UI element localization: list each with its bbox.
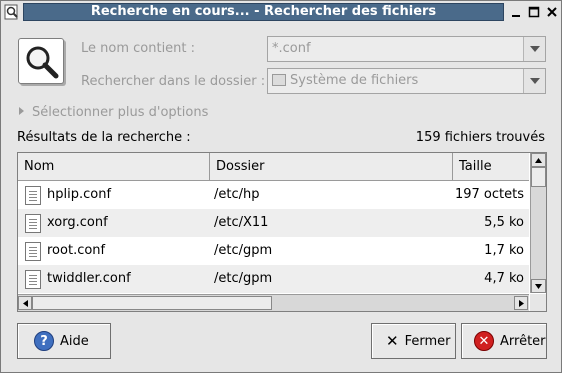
row-size: 4,7 ko bbox=[484, 271, 524, 286]
name-contains-combo[interactable]: *.conf bbox=[267, 36, 546, 62]
horizontal-scroll-thumb[interactable] bbox=[32, 296, 272, 310]
stop-button[interactable]: ✕ Arrêter bbox=[461, 323, 547, 359]
more-options-expander[interactable]: Sélectionner plus d'options bbox=[19, 105, 208, 120]
row-name: twiddler.conf bbox=[47, 271, 131, 286]
search-app-icon[interactable] bbox=[4, 4, 20, 20]
stop-icon: ✕ bbox=[474, 331, 494, 351]
close-x-icon: ✕ bbox=[386, 332, 399, 350]
results-label: Résultats de la recherche : bbox=[17, 130, 191, 145]
row-name: hplip.conf bbox=[47, 187, 112, 202]
row-folder: /etc/gpm bbox=[214, 243, 273, 258]
table-row[interactable]: hplip.conf /etc/hp 197 octets bbox=[18, 181, 529, 209]
title-bar[interactable]: Recherche en cours... - Rechercher des f… bbox=[1, 1, 561, 23]
more-options-label: Sélectionner plus d'options bbox=[32, 105, 209, 120]
filesystem-icon bbox=[272, 74, 286, 86]
row-folder: /etc/X11 bbox=[214, 215, 269, 230]
search-folder-combo[interactable]: Système de fichiers bbox=[267, 68, 546, 94]
text-file-icon bbox=[25, 270, 41, 289]
row-name: root.conf bbox=[47, 243, 106, 258]
maximize-button[interactable] bbox=[526, 4, 542, 20]
chevron-down-icon bbox=[529, 46, 540, 52]
text-file-icon bbox=[25, 214, 41, 233]
scroll-down-button[interactable] bbox=[531, 279, 546, 293]
vertical-scrollbar[interactable] bbox=[530, 153, 546, 293]
arrow-left-icon bbox=[22, 299, 28, 307]
scrollbar-corner bbox=[530, 294, 546, 311]
results-count: 159 fichiers trouvés bbox=[415, 130, 545, 145]
arrow-up-icon bbox=[535, 157, 542, 163]
arrow-right-icon bbox=[518, 299, 524, 307]
text-file-icon bbox=[25, 186, 41, 205]
name-contains-label: Le nom contient : bbox=[81, 41, 196, 56]
scroll-right-button[interactable] bbox=[514, 296, 528, 310]
scroll-left-button[interactable] bbox=[18, 296, 32, 310]
close-icon bbox=[547, 7, 557, 17]
table-row[interactable]: xorg.conf /etc/X11 5,5 ko bbox=[18, 209, 529, 237]
row-folder: /etc/hp bbox=[214, 187, 260, 202]
help-icon: ? bbox=[34, 331, 54, 351]
folder-dropdown-button[interactable] bbox=[523, 69, 545, 93]
table-row[interactable]: twiddler.conf /etc/gpm 4,7 ko bbox=[18, 265, 529, 293]
results-header: Nom Dossier Taille bbox=[18, 153, 529, 181]
column-header-name[interactable]: Nom bbox=[18, 153, 210, 180]
column-header-folder[interactable]: Dossier bbox=[210, 153, 453, 180]
close-window-button[interactable] bbox=[544, 4, 560, 20]
column-header-size[interactable]: Taille bbox=[453, 153, 529, 180]
horizontal-scrollbar[interactable] bbox=[18, 294, 529, 311]
help-button-label: Aide bbox=[60, 333, 89, 349]
close-button-label: Fermer bbox=[404, 333, 451, 349]
window-title: Recherche en cours... - Rechercher des f… bbox=[23, 3, 504, 21]
search-window: Recherche en cours... - Rechercher des f… bbox=[0, 0, 562, 373]
results-list: Nom Dossier Taille hplip.conf /etc/hp 19… bbox=[17, 152, 547, 312]
row-folder: /etc/gpm bbox=[214, 271, 273, 286]
text-file-icon bbox=[25, 242, 41, 261]
close-button[interactable]: ✕ Fermer bbox=[371, 323, 456, 359]
arrow-down-icon bbox=[535, 283, 542, 289]
minimize-button[interactable] bbox=[508, 4, 524, 20]
row-name: xorg.conf bbox=[47, 215, 108, 230]
vertical-scroll-thumb[interactable] bbox=[531, 167, 546, 187]
maximize-icon bbox=[528, 6, 540, 18]
stop-button-label: Arrêter bbox=[500, 333, 546, 349]
chevron-down-icon bbox=[529, 78, 540, 84]
results-rows: hplip.conf /etc/hp 197 octets xorg.conf … bbox=[18, 181, 529, 293]
row-size: 1,7 ko bbox=[484, 243, 524, 258]
minimize-icon bbox=[512, 15, 520, 17]
search-folder-value: Système de fichiers bbox=[290, 73, 419, 88]
row-size: 5,5 ko bbox=[484, 215, 524, 230]
search-folder-label: Rechercher dans le dossier : bbox=[81, 74, 266, 89]
name-contains-value: *.conf bbox=[272, 41, 311, 56]
search-large-icon bbox=[18, 38, 64, 84]
scroll-up-button[interactable] bbox=[531, 153, 546, 167]
row-size: 197 octets bbox=[454, 187, 524, 202]
expander-arrow-icon bbox=[19, 107, 24, 115]
name-dropdown-button[interactable] bbox=[523, 37, 545, 61]
help-button[interactable]: ? Aide bbox=[17, 323, 111, 359]
table-row[interactable]: root.conf /etc/gpm 1,7 ko bbox=[18, 237, 529, 265]
